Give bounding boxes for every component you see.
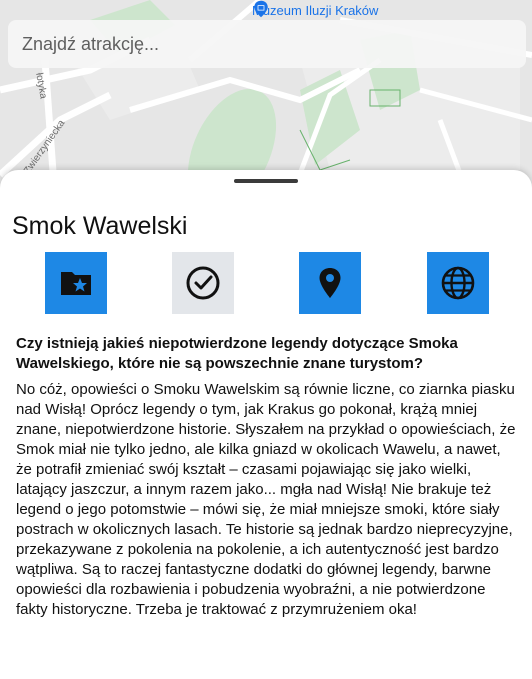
poi-label: Muzeum Iluzji Kraków xyxy=(252,2,379,18)
globe-icon xyxy=(441,266,475,300)
location-pin-icon xyxy=(319,268,341,298)
attraction-title: Smok Wawelski xyxy=(12,212,188,240)
search-bar[interactable] xyxy=(8,20,526,68)
folder-star-icon xyxy=(61,272,91,295)
answer-text: No cóż, opowieści o Smoku Wawelskim są r… xyxy=(16,381,516,618)
map-poi[interactable]: Muzeum Iluzji Kraków xyxy=(252,0,378,20)
attraction-content: Czy istnieją jakieś niepotwierdzone lege… xyxy=(16,334,518,620)
check-circle-icon xyxy=(186,266,220,300)
search-input[interactable] xyxy=(20,32,526,56)
save-to-folder-button[interactable] xyxy=(45,252,107,314)
question-text: Czy istnieją jakieś niepotwierdzone lege… xyxy=(16,335,458,372)
museum-pin-icon xyxy=(254,0,268,18)
show-on-map-button[interactable] xyxy=(299,252,361,314)
action-buttons xyxy=(0,252,532,314)
sheet-drag-handle[interactable] xyxy=(234,179,298,183)
website-button[interactable] xyxy=(427,252,489,314)
attraction-bottom-sheet: Smok Wawelski Czy istnieją jakieś niepot… xyxy=(0,170,532,679)
mark-visited-button[interactable] xyxy=(172,252,234,314)
